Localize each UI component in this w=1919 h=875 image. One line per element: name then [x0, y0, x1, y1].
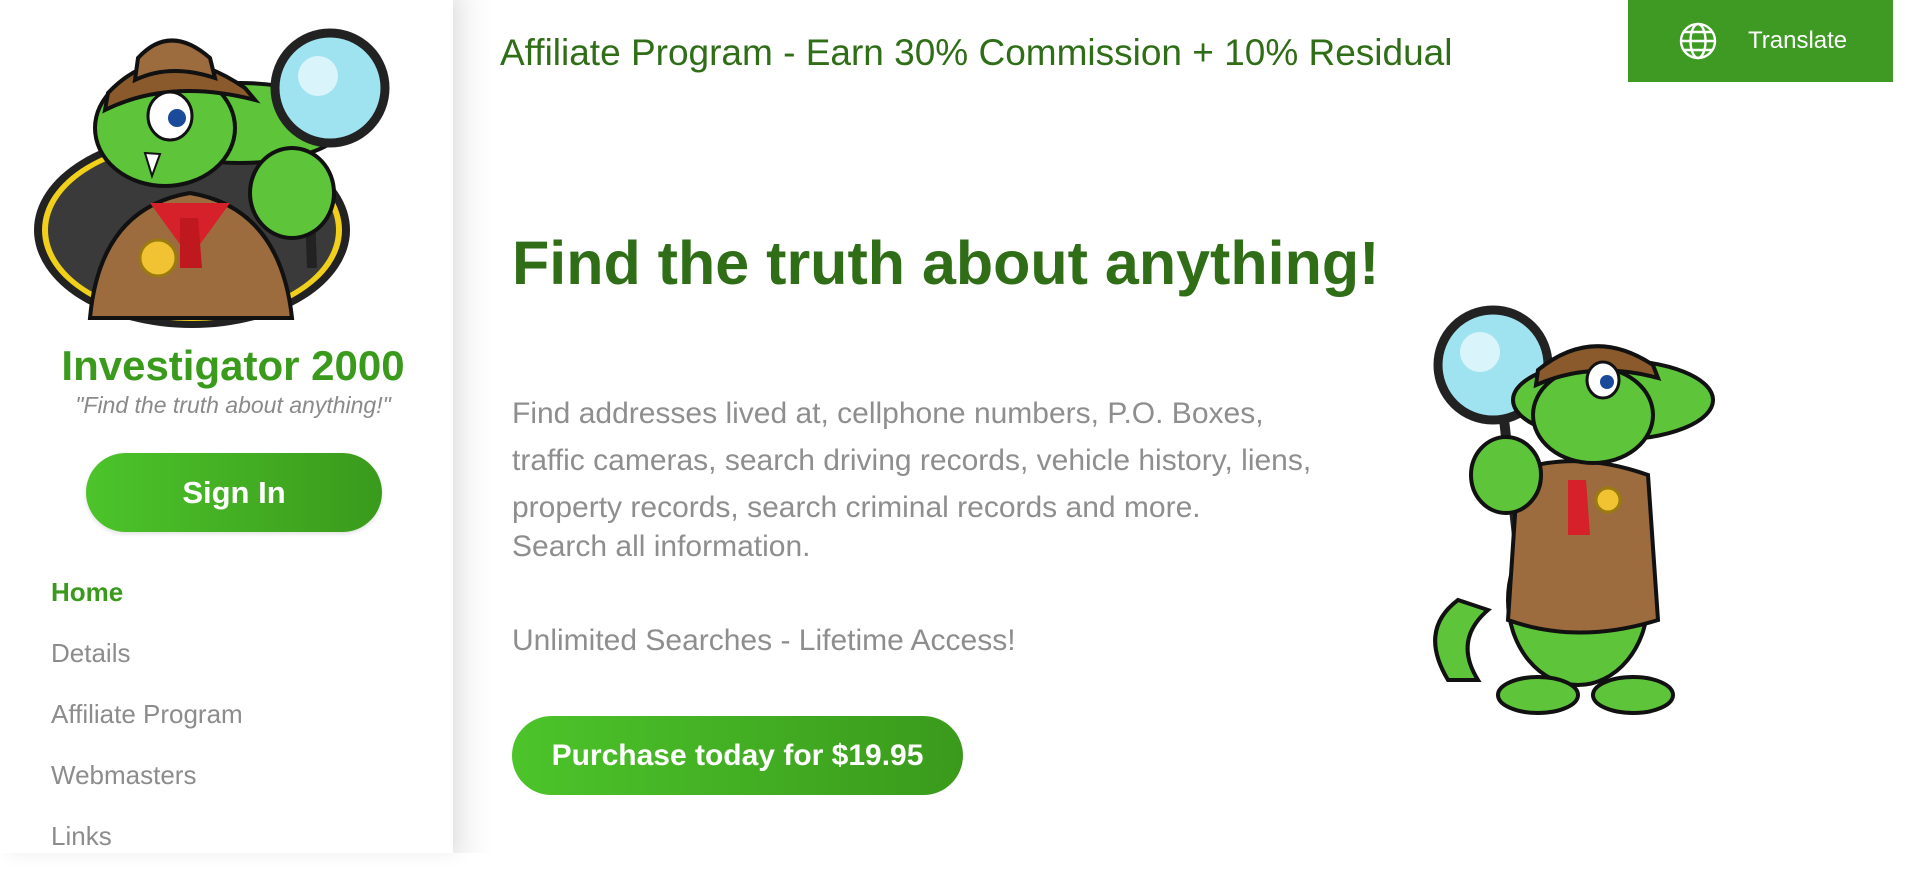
site-tagline: "Find the truth about anything!": [75, 392, 391, 418]
site-title: Investigator 2000: [61, 342, 405, 389]
affiliate-program-link[interactable]: Affiliate Program - Earn 30% Commission …: [500, 32, 1452, 74]
main-content: Affiliate Program - Earn 30% Commission …: [453, 0, 1919, 853]
nav-item-links[interactable]: Links: [51, 814, 243, 875]
hero-description: Find addresses lived at, cellphone numbe…: [512, 397, 1312, 524]
hero-unlimited-searches: Unlimited Searches - Lifetime Access!: [512, 624, 1016, 657]
gator-detective-logo[interactable]: [30, 18, 430, 333]
nav-item-home[interactable]: Home: [51, 570, 243, 631]
sidebar: Investigator 2000 "Find the truth about …: [0, 0, 453, 853]
translate-label: Translate: [1748, 27, 1848, 54]
nav-item-details[interactable]: Details: [51, 631, 243, 692]
globe-icon: [1679, 22, 1717, 60]
hero-heading: Find the truth about anything!: [512, 229, 1380, 297]
translate-button[interactable]: Translate: [1628, 0, 1893, 82]
hero-search-all: Search all information.: [512, 530, 811, 563]
gator-mascot-illustration: [1408, 300, 1738, 720]
purchase-button[interactable]: Purchase today for $19.95: [512, 716, 963, 795]
sidebar-nav: Home Details Affiliate Program Webmaster…: [51, 570, 243, 875]
nav-item-affiliate-program[interactable]: Affiliate Program: [51, 692, 243, 753]
sign-in-button[interactable]: Sign In: [86, 453, 382, 532]
nav-item-webmasters[interactable]: Webmasters: [51, 753, 243, 814]
